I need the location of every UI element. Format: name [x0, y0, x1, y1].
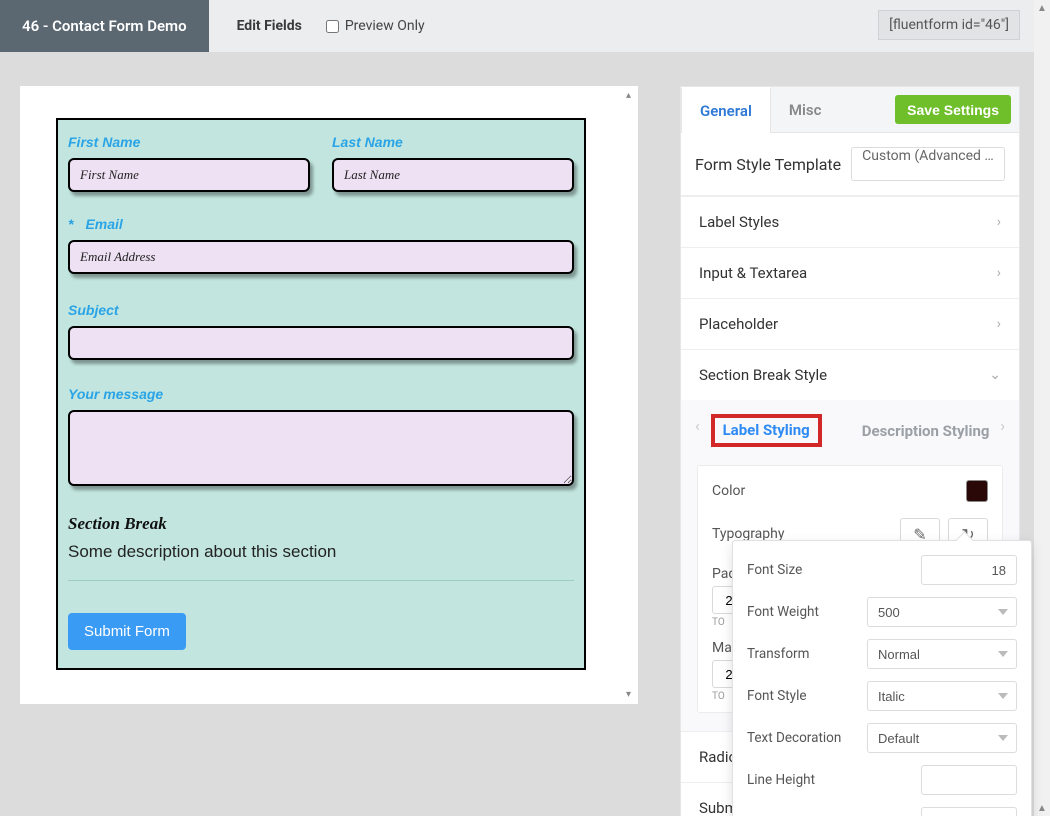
color-swatch[interactable]	[966, 480, 988, 502]
chevron-right-icon: ›	[997, 265, 1001, 281]
first-name-label: First Name	[68, 134, 310, 150]
chevron-right-icon: ›	[997, 214, 1001, 230]
letter-spacing-input[interactable]	[921, 807, 1017, 816]
typography-popover: Font Size Font Weight Transform Font Sty…	[732, 540, 1032, 816]
last-name-label: Last Name	[332, 134, 574, 150]
section-break-title: Section Break	[68, 514, 574, 534]
transform-select[interactable]	[867, 639, 1017, 669]
section-divider	[68, 580, 574, 581]
message-label: Your message	[68, 386, 574, 402]
scroll-up-icon: ▲	[1034, 0, 1050, 16]
tab-general[interactable]: General	[681, 87, 771, 133]
acc-label: Input & Textarea	[699, 264, 807, 282]
acc-label: Placeholder	[699, 315, 778, 333]
required-mark: *	[68, 216, 73, 232]
email-label: Email	[85, 216, 122, 232]
font-size-label: Font Size	[747, 562, 802, 578]
transform-label: Transform	[747, 646, 809, 662]
font-size-input[interactable]	[921, 555, 1017, 585]
section-break-desc: Some description about this section	[68, 542, 574, 562]
font-weight-select[interactable]	[867, 597, 1017, 627]
chevron-right-icon: ›	[997, 316, 1001, 332]
last-name-input[interactable]	[332, 158, 574, 192]
color-label: Color	[712, 483, 745, 499]
acc-label: Section Break Style	[699, 366, 827, 384]
font-style-select[interactable]	[867, 681, 1017, 711]
email-input[interactable]	[68, 240, 574, 274]
text-decoration-select[interactable]	[867, 723, 1017, 753]
page-scrollbar[interactable]: ▲ ▲	[1034, 0, 1050, 816]
tab-misc[interactable]: Misc	[771, 87, 840, 132]
font-weight-label: Font Weight	[747, 604, 819, 620]
preview-only-label: Preview Only	[345, 18, 425, 34]
shortcode-display[interactable]: [fluentform id="46"]	[878, 10, 1020, 40]
line-height-label: Line Height	[747, 772, 815, 788]
preview-only-checkbox[interactable]	[326, 20, 339, 33]
form-preview-panel: ▴ ▾ First Name Last Name * Email	[20, 86, 638, 704]
page-title: 46 - Contact Form Demo	[0, 0, 209, 52]
text-decoration-label: Text Decoration	[747, 730, 841, 746]
subject-input[interactable]	[68, 326, 574, 360]
subtab-next-icon[interactable]: ›	[1000, 416, 1005, 435]
template-label: Form Style Template	[695, 155, 841, 174]
scroll-up-icon: ▴	[626, 90, 631, 101]
acc-section-break[interactable]: Section Break Style ⌄	[681, 350, 1019, 400]
save-settings-button[interactable]: Save Settings	[895, 95, 1011, 124]
font-style-label: Font Style	[747, 688, 807, 704]
subject-label: Subject	[68, 302, 574, 318]
subtab-description-styling[interactable]: Description Styling	[862, 422, 990, 440]
top-bar: 46 - Contact Form Demo Edit Fields Previ…	[0, 0, 1034, 52]
acc-label: Label Styles	[699, 213, 779, 231]
scroll-down-icon: ▾	[626, 689, 631, 700]
message-textarea[interactable]	[68, 410, 574, 486]
template-select[interactable]: Custom (Advanced Custom	[851, 147, 1005, 181]
acc-placeholder[interactable]: Placeholder ›	[681, 299, 1019, 349]
submit-button[interactable]: Submit Form	[68, 613, 186, 650]
form-area: First Name Last Name * Email Subject	[56, 118, 586, 670]
first-name-input[interactable]	[68, 158, 310, 192]
subtab-label-styling[interactable]: Label Styling	[723, 421, 810, 439]
acc-input-textarea[interactable]: Input & Textarea ›	[681, 248, 1019, 298]
subtab-prev-icon[interactable]: ‹	[695, 416, 700, 435]
chevron-down-icon: ⌄	[989, 367, 1001, 383]
highlight-box: Label Styling	[711, 414, 822, 447]
line-height-input[interactable]	[921, 765, 1017, 795]
acc-label-styles[interactable]: Label Styles ›	[681, 197, 1019, 247]
edit-fields-link[interactable]: Edit Fields	[237, 18, 302, 34]
scroll-down-icon: ▲	[1034, 800, 1050, 816]
preview-scrollbar[interactable]: ▴ ▾	[624, 86, 638, 704]
